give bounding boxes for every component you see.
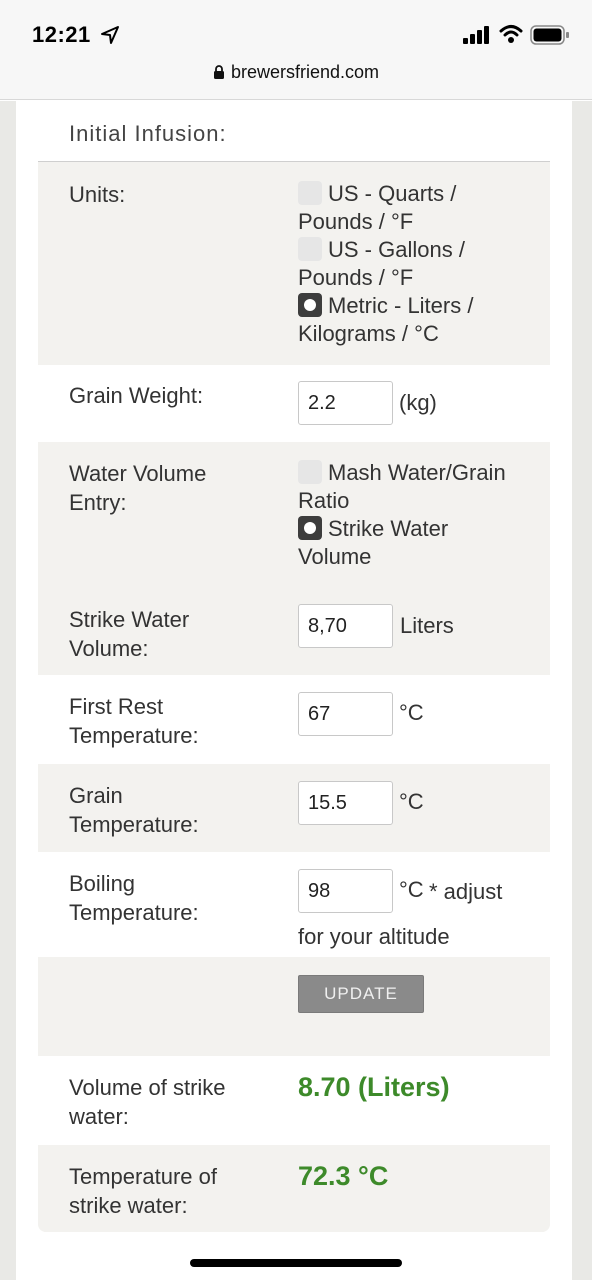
grain-temp-unit: °C <box>399 789 424 814</box>
battery-icon <box>530 25 569 45</box>
location-arrow-icon <box>101 26 119 44</box>
grain-temp-label: Grain Temperature: <box>69 783 199 837</box>
grain-weight-label: Grain Weight: <box>69 383 204 408</box>
strike-water-volume-row: Strike Water Volume: Liters <box>38 590 550 675</box>
lock-icon <box>213 65 224 79</box>
grain-temp-row: Grain Temperature: °C <box>38 764 550 852</box>
first-rest-temp-input[interactable] <box>298 692 393 736</box>
units-option-label: Metric - Liters / Kilograms / °C <box>298 293 474 346</box>
card-header: Initial Infusion: <box>38 101 550 162</box>
radio-button-selected[interactable] <box>298 293 322 317</box>
radio-button-selected[interactable] <box>298 516 322 540</box>
boiling-temp-label: Boiling Temperature: <box>69 871 199 925</box>
strike-water-volume-label: Strike Water Volume: <box>69 607 190 661</box>
water-volume-entry-label: Water Volume Entry: <box>69 461 207 515</box>
units-label: Units: <box>69 182 126 207</box>
option-label: Mash Water/Grain Ratio <box>298 460 506 513</box>
grain-weight-row: Grain Weight: (kg) <box>38 365 550 442</box>
result-temp-row: Temperature of strike water: 72.3 °C <box>38 1145 550 1232</box>
altitude-note: * adjust for your altitude <box>298 879 503 949</box>
first-rest-temp-label: First Rest Temperature: <box>69 694 199 748</box>
first-rest-temp-row: First Rest Temperature: °C <box>38 675 550 764</box>
initial-infusion-card: Initial Infusion: Units: US - Quarts / P… <box>38 101 550 1232</box>
result-temp-value: 72.3 °C <box>298 1161 389 1191</box>
grain-weight-unit: (kg) <box>399 390 437 415</box>
units-option-label: US - Gallons / Pounds / °F <box>298 237 465 290</box>
strike-water-volume-unit: Liters <box>400 613 454 638</box>
url-text: brewersfriend.com <box>230 62 380 82</box>
wifi-icon <box>499 25 523 43</box>
status-bar: 12:21 brewersfriend.com <box>0 0 592 100</box>
first-rest-temp-unit: °C <box>399 700 424 725</box>
option-strike-volume[interactable]: Strike Water Volume <box>298 515 513 571</box>
grain-weight-input[interactable] <box>298 381 393 425</box>
units-option-us-gallons[interactable]: US - Gallons / Pounds / °F <box>298 236 513 292</box>
result-volume-value: 8.70 (Liters) <box>298 1072 450 1102</box>
update-button[interactable]: UPDATE <box>298 975 424 1013</box>
units-option-us-quarts[interactable]: US - Quarts / Pounds / °F <box>298 180 513 236</box>
status-time: 12:21 <box>32 22 91 47</box>
radio-button[interactable] <box>298 237 322 261</box>
grain-temp-input[interactable] <box>298 781 393 825</box>
water-volume-entry-options: Mash Water/Grain Ratio Strike Water Volu… <box>298 459 513 571</box>
url-bar[interactable]: brewersfriend.com <box>0 62 592 83</box>
water-volume-entry-row: Water Volume Entry: Mash Water/Grain Rat… <box>38 442 550 590</box>
option-mash-ratio[interactable]: Mash Water/Grain Ratio <box>298 459 513 515</box>
signal-icon <box>463 26 489 44</box>
section-title: Initial Infusion: <box>69 121 227 146</box>
boiling-temp-row: Boiling Temperature: °C * adjust for you… <box>38 852 550 957</box>
units-options: US - Quarts / Pounds / °F US - Gallons /… <box>298 180 513 348</box>
radio-button[interactable] <box>298 460 322 484</box>
result-volume-row: Volume of strike water: 8.70 (Liters) <box>38 1056 550 1145</box>
result-temp-label: Temperature of strike water: <box>69 1164 217 1218</box>
units-option-metric[interactable]: Metric - Liters / Kilograms / °C <box>298 292 513 348</box>
units-row: Units: US - Quarts / Pounds / °F US - Ga… <box>38 162 550 365</box>
strike-water-volume-input[interactable] <box>298 604 393 648</box>
result-volume-label: Volume of strike water: <box>69 1075 226 1129</box>
home-indicator[interactable] <box>190 1259 402 1267</box>
radio-button[interactable] <box>298 181 322 205</box>
